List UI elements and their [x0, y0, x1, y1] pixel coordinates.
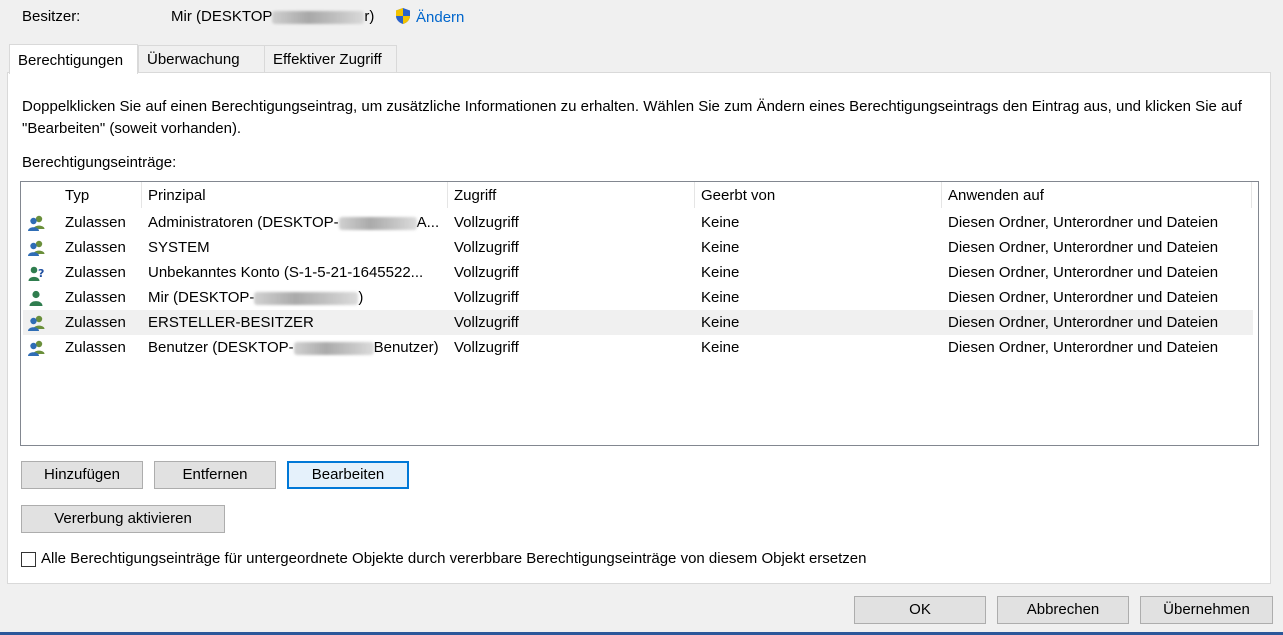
cell-type: Zulassen: [65, 264, 126, 281]
cell-principal: Unbekanntes Konto (S-1-5-21-1645522...: [148, 260, 448, 285]
redacted-text: [272, 10, 365, 24]
add-button[interactable]: Hinzufügen: [21, 461, 143, 489]
replace-child-permissions-checkbox[interactable]: [21, 552, 36, 567]
cell-access: Vollzugriff: [454, 314, 519, 331]
tab-effective-access[interactable]: Effektiver Zugriff: [264, 45, 397, 73]
cell-principal: SYSTEM: [148, 235, 448, 260]
edit-button[interactable]: Bearbeiten: [287, 461, 409, 489]
redacted-text: [254, 291, 359, 305]
cell-principal: ERSTELLER-BESITZER: [148, 310, 448, 335]
principal-suffix: A...: [416, 214, 440, 231]
cell-inherited-from: Keine: [701, 339, 740, 356]
cell-access: Vollzugriff: [454, 339, 519, 356]
cell-type: Zulassen: [65, 289, 126, 306]
users-group-icon: [28, 215, 45, 231]
cell-principal: Benutzer (DESKTOP- Benutzer): [148, 335, 448, 360]
owner-value: Mir (DESKTOP r): [171, 8, 374, 25]
owner-label: Besitzer:: [22, 8, 81, 25]
column-header-access[interactable]: Zugriff: [448, 182, 496, 208]
cell-access: Vollzugriff: [454, 214, 519, 231]
principal-text: ERSTELLER-BESITZER: [148, 314, 314, 331]
principal-text: Administratoren (DESKTOP-: [148, 214, 339, 231]
column-separator[interactable]: [1251, 182, 1252, 208]
principal-text: SYSTEM: [148, 239, 210, 256]
table-row[interactable]: Zulassen Benutzer (DESKTOP- Benutzer) Vollz…: [23, 335, 1253, 360]
cell-access: Vollzugriff: [454, 289, 519, 306]
cell-principal: Mir (DESKTOP-): [148, 285, 448, 310]
principal-text: Benutzer (DESKTOP-: [148, 339, 294, 356]
permission-entries-list[interactable]: Typ Prinzipal Zugriff Geerbt von Anwende…: [20, 181, 1259, 446]
cell-principal: Administratoren (DESKTOP- A...: [148, 210, 448, 235]
cell-inherited-from: Keine: [701, 214, 740, 231]
apply-button[interactable]: Übernehmen: [1140, 596, 1273, 624]
single-user-icon: [29, 290, 43, 306]
cell-applies-to: Diesen Ordner, Unterordner und Dateien: [948, 214, 1219, 231]
cell-applies-to: Diesen Ordner, Unterordner und Dateien: [948, 314, 1219, 331]
table-row[interactable]: Zulassen SYSTEM Vollzugriff Keine Diesen Ord…: [23, 235, 1253, 260]
change-owner-link[interactable]: Ändern: [394, 7, 464, 26]
column-header-applies-to[interactable]: Anwenden auf: [942, 182, 1044, 208]
cell-type: Zulassen: [65, 339, 126, 356]
table-row[interactable]: ? Zulassen Unbekanntes Konto (S-1-5-21-164…: [23, 260, 1253, 285]
cell-access: Vollzugriff: [454, 264, 519, 281]
redacted-text: [293, 341, 374, 355]
cell-inherited-from: Keine: [701, 314, 740, 331]
cancel-button[interactable]: Abbrechen: [997, 596, 1129, 624]
replace-child-permissions-label: Alle Berechtigungseinträge für untergeor…: [41, 550, 867, 567]
owner-value-suffix: r): [364, 8, 375, 25]
ok-button[interactable]: OK: [854, 596, 986, 624]
cell-applies-to: Diesen Ordner, Unterordner und Dateien: [948, 239, 1219, 256]
column-header-type[interactable]: Typ: [59, 182, 89, 208]
tab-permissions[interactable]: Berechtigungen: [9, 44, 138, 74]
principal-text: Unbekanntes Konto (S-1-5-21-1645522...: [148, 264, 424, 281]
unknown-user-icon: ?: [28, 266, 44, 281]
principal-suffix: ): [358, 289, 364, 306]
owner-value-text: Mir (DESKTOP: [171, 8, 273, 25]
table-row[interactable]: Zulassen Administratoren (DESKTOP- A... Vol…: [23, 210, 1253, 235]
table-row[interactable]: Zulassen Mir (DESKTOP-) Vollzugriff Keine Di…: [23, 285, 1253, 310]
column-header-principal[interactable]: Prinzipal: [142, 182, 206, 208]
svg-text:?: ?: [38, 267, 44, 280]
cell-inherited-from: Keine: [701, 289, 740, 306]
cell-applies-to: Diesen Ordner, Unterordner und Dateien: [948, 289, 1219, 306]
cell-type: Zulassen: [65, 214, 126, 231]
principal-suffix: Benutzer): [373, 339, 439, 356]
table-row[interactable]: Zulassen ERSTELLER-BESITZER Vollzugriff Kei…: [23, 310, 1253, 335]
cell-applies-to: Diesen Ordner, Unterordner und Dateien: [948, 339, 1219, 356]
cell-access: Vollzugriff: [454, 239, 519, 256]
redacted-text: [338, 216, 417, 230]
entries-label: Berechtigungseinträge:: [22, 154, 177, 171]
tab-auditing[interactable]: Überwachung: [138, 45, 265, 73]
description-text: Doppelklicken Sie auf einen Berechtigung…: [22, 98, 1242, 137]
cell-type: Zulassen: [65, 239, 126, 256]
uac-shield-icon: [396, 8, 410, 24]
users-group-icon: [28, 315, 45, 331]
enable-inheritance-button[interactable]: Vererbung aktivieren: [21, 505, 225, 533]
change-owner-label: Ändern: [416, 9, 465, 26]
users-group-icon: [28, 240, 45, 256]
cell-applies-to: Diesen Ordner, Unterordner und Dateien: [948, 264, 1219, 281]
users-group-icon: [28, 340, 45, 356]
cell-inherited-from: Keine: [701, 264, 740, 281]
cell-type: Zulassen: [65, 314, 126, 331]
principal-text: Mir (DESKTOP-: [148, 289, 255, 306]
remove-button[interactable]: Entfernen: [154, 461, 276, 489]
column-header-inherited-from[interactable]: Geerbt von: [695, 182, 775, 208]
cell-inherited-from: Keine: [701, 239, 740, 256]
